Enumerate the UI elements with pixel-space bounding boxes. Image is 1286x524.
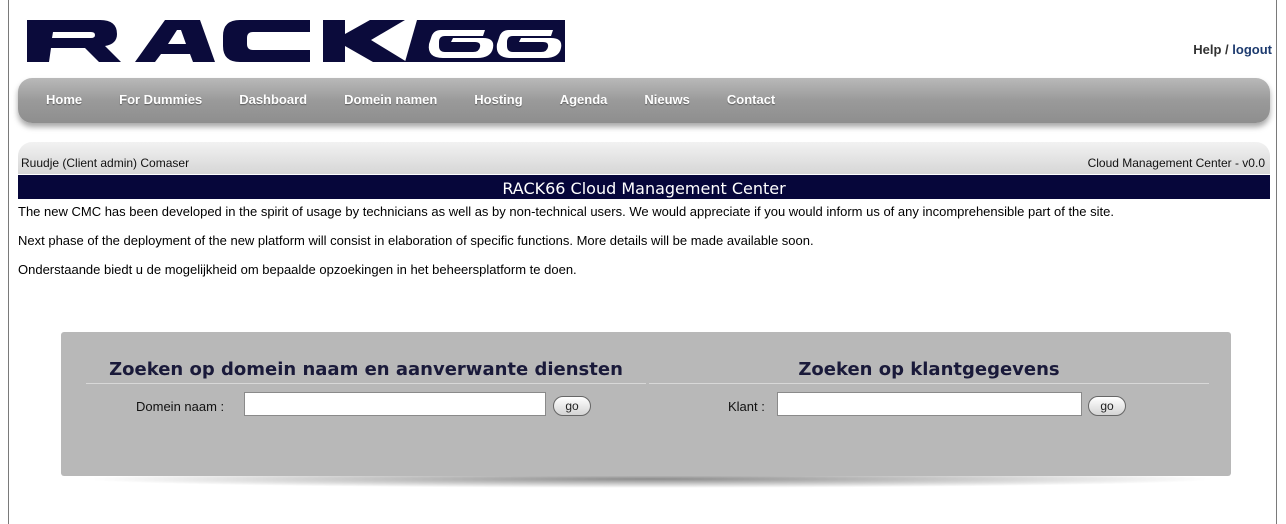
nav-item-home[interactable]: Home [46,92,82,107]
top-links: Help / logout [1193,42,1272,57]
nav-item-dashboard[interactable]: Dashboard [239,92,307,107]
divider [86,383,646,384]
nav-item-agenda[interactable]: Agenda [560,92,608,107]
nav-item-hosting[interactable]: Hosting [474,92,522,107]
divider [649,383,1209,384]
domain-name-label: Domein naam : [136,399,225,414]
rack66-logo[interactable] [25,14,565,64]
intro-paragraph: Next phase of the deployment of the new … [18,233,814,248]
main-nav: Home For Dummies Dashboard Domein namen … [18,78,1270,123]
client-go-button[interactable]: go [1088,396,1126,416]
domain-search-heading: Zoeken op domein naam en aanverwante die… [109,359,623,380]
intro-text: The new CMC has been developed in the sp… [18,204,1270,291]
nav-item-nieuws[interactable]: Nieuws [644,92,690,107]
app-version: Cloud Management Center - v0.0 [1087,156,1265,170]
client-input[interactable] [777,392,1082,416]
intro-paragraph: The new CMC has been developed in the sp… [18,204,1114,219]
help-link[interactable]: Help [1193,42,1221,57]
domain-go-button[interactable]: go [553,396,591,416]
logout-link[interactable]: logout [1232,42,1272,57]
current-user: Ruudje (Client admin) Comaser [21,156,190,170]
domain-search-section: Zoeken op domein naam en aanverwante die… [86,332,646,384]
nav-item-domein-namen[interactable]: Domein namen [344,92,437,107]
nav-item-contact[interactable]: Contact [727,92,775,107]
domain-name-input[interactable] [244,392,546,416]
client-search-section: Zoeken op klantgegevens [649,332,1209,384]
user-info-bar: Ruudje (Client admin) Comaser Cloud Mana… [18,142,1270,174]
search-panel: Zoeken op domein naam en aanverwante die… [61,332,1231,476]
link-separator: / [1221,42,1233,57]
intro-paragraph: Onderstaande biedt u de mogelijkheid om … [18,262,577,277]
client-search-heading: Zoeken op klantgegevens [798,359,1060,380]
client-label: Klant : [728,399,765,414]
nav-item-for-dummies[interactable]: For Dummies [119,92,202,107]
page-title: RACK66 Cloud Management Center [18,175,1270,199]
